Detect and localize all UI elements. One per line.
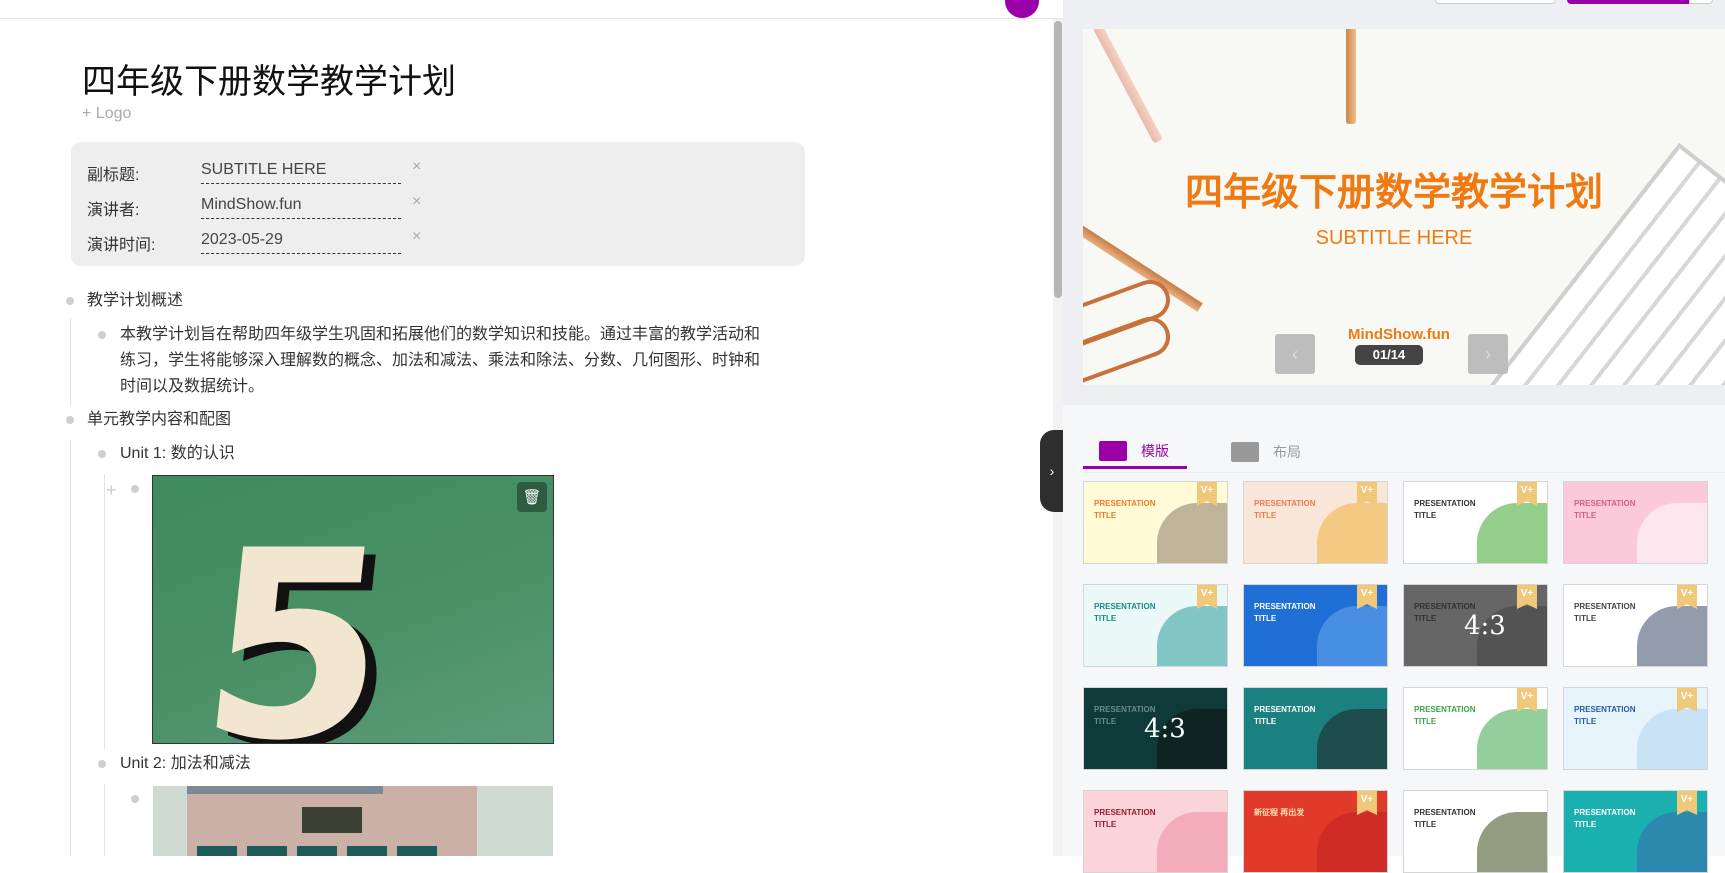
template-icon [1099, 440, 1127, 461]
outline-section-2[interactable]: 单元教学内容和配图 [87, 407, 231, 433]
unit-2-image[interactable] [153, 786, 553, 856]
slide-page-indicator: 01/14 [1355, 345, 1423, 365]
outline-section-1[interactable]: 教学计划概述 [87, 288, 183, 314]
unit-1-item[interactable]: Unit 1: 数的认识 [120, 441, 235, 467]
outline-guide [104, 474, 105, 749]
clear-presenter-icon[interactable]: × [412, 193, 421, 211]
bullet-icon[interactable] [98, 450, 106, 458]
template-card[interactable]: PRESENTATION TITLE V+ [1083, 481, 1228, 564]
tab-templates[interactable]: 模版 [1083, 435, 1187, 469]
template-card[interactable]: PRESENTATION TITLE V+ [1563, 687, 1708, 770]
layout-icon [1231, 442, 1259, 462]
unit-2-item[interactable]: Unit 2: 加法和减法 [120, 751, 251, 777]
template-card[interactable]: PRESENTATION TITLE [1563, 481, 1708, 564]
template-title: PRESENTATION TITLE [1414, 705, 1476, 726]
aspect-ratio-label: 4:3 [1464, 611, 1506, 641]
date-input[interactable]: 2023-05-29 [201, 224, 401, 254]
presenter-label: 演讲者: [87, 202, 140, 219]
template-card[interactable]: PRESENTATION TITLE V+ [1563, 790, 1708, 873]
aspect-ratio-label: 4:3 [1144, 714, 1186, 744]
next-slide-button[interactable]: › [1468, 334, 1508, 374]
preview-panel: 四年级下册数学教学计划 SUBTITLE HERE MindShow.fun ‹… [1063, 0, 1725, 873]
template-card[interactable]: PRESENTATION TITLE V+ [1563, 584, 1708, 667]
clear-date-icon[interactable]: × [412, 228, 421, 246]
collapse-panel-button[interactable]: › [1040, 430, 1064, 512]
delete-image-button[interactable]: 🗑 [517, 482, 547, 512]
template-title: PRESENTATION TITLE [1574, 808, 1636, 829]
template-card[interactable]: 新征程 再出发 V+ [1243, 790, 1388, 873]
bullet-icon[interactable] [98, 760, 106, 768]
template-title: PRESENTATION TITLE [1094, 602, 1156, 623]
outline-guide [104, 784, 105, 856]
template-title: PRESENTATION TITLE [1254, 602, 1316, 623]
template-card[interactable]: PRESENTATION TITLE 4:3 [1083, 687, 1228, 770]
metadata-panel: 副标题: SUBTITLE HERE × 演讲者: MindShow.fun ×… [71, 142, 805, 266]
paragraph-line[interactable]: 练习，学生将能够深入理解数的概念、加法和减法、乘法和除法、分数、几何图形、时钟和 [120, 348, 760, 374]
slide-author: MindShow.fun [1348, 326, 1450, 343]
bullet-icon[interactable] [131, 795, 139, 803]
calculator-graphic [187, 786, 477, 856]
template-card[interactable]: PRESENTATION TITLE [1403, 790, 1548, 873]
presenter-input[interactable]: MindShow.fun [201, 189, 401, 219]
template-card[interactable]: PRESENTATION TITLE V+ [1403, 687, 1548, 770]
date-label: 演讲时间: [87, 237, 156, 254]
slide-subtitle: SUBTITLE HERE [1315, 227, 1473, 249]
outline-guide [70, 440, 71, 856]
template-card[interactable]: PRESENTATION TITLE [1243, 687, 1388, 770]
template-title: PRESENTATION TITLE [1094, 499, 1156, 520]
template-title: 新征程 再出发 [1254, 808, 1305, 817]
subtitle-label: 副标题: [87, 167, 140, 184]
clear-subtitle-icon[interactable]: × [412, 158, 421, 176]
template-card[interactable]: PRESENTATION TITLE [1083, 790, 1228, 873]
secondary-button[interactable] [1435, 0, 1556, 4]
tab-layout-label: 布局 [1273, 444, 1301, 460]
primary-button[interactable] [1567, 0, 1689, 4]
subtitle-input[interactable]: SUBTITLE HERE [201, 154, 401, 184]
dropdown-button[interactable] [1689, 0, 1713, 4]
trash-icon: 🗑 [522, 489, 542, 506]
template-artwork [1317, 812, 1387, 872]
bullet-icon[interactable] [66, 416, 74, 424]
template-title: PRESENTATION TITLE [1094, 808, 1156, 829]
template-panel: 模版 布局 PRESENTATION TITLE V+ PRESENTATION T… [1063, 405, 1725, 873]
paragraph-line[interactable]: 时间以及数据统计。 [120, 374, 264, 400]
slide-preview: 四年级下册数学教学计划 SUBTITLE HERE MindShow.fun ‹… [1083, 29, 1725, 385]
prev-slide-button[interactable]: ‹ [1275, 334, 1315, 374]
slide-title: 四年级下册数学教学计划 [1184, 172, 1603, 214]
chevron-right-icon: › [1049, 463, 1055, 479]
tab-templates-label: 模版 [1141, 442, 1169, 459]
pen-graphic [1093, 29, 1163, 144]
document-title[interactable]: 四年级下册数学教学计划 [82, 54, 456, 103]
add-block-icon[interactable]: + [106, 480, 117, 501]
pen-graphic [1346, 29, 1356, 124]
template-title: PRESENTATION TITLE [1414, 499, 1476, 520]
top-bar [0, 0, 1063, 19]
template-card[interactable]: PRESENTATION TITLE V+ [1243, 584, 1388, 667]
template-card[interactable]: PRESENTATION TITLE 4:3 V+ [1403, 584, 1548, 667]
outline-editor: 四年级下册数学教学计划 + Logo 副标题: SUBTITLE HERE × … [0, 0, 1063, 856]
template-title: PRESENTATION TITLE [1574, 602, 1636, 623]
paragraph-line[interactable]: 本教学计划旨在帮助四年级学生巩固和拓展他们的数学知识和技能。通过丰富的教学活动和 [120, 322, 760, 348]
outline-guide [70, 318, 71, 406]
template-title: PRESENTATION TITLE [1574, 499, 1636, 520]
template-title: PRESENTATION TITLE [1254, 499, 1316, 520]
template-title: PRESENTATION TITLE [1574, 705, 1636, 726]
add-logo-link[interactable]: + Logo [82, 105, 131, 123]
template-title: PRESENTATION TITLE [1414, 808, 1476, 829]
scrollbar-thumb[interactable] [1054, 21, 1062, 298]
bullet-icon[interactable] [98, 331, 106, 339]
bullet-icon[interactable] [131, 485, 139, 493]
bullet-icon[interactable] [66, 297, 74, 305]
template-title: PRESENTATION TITLE [1254, 705, 1316, 726]
unit-1-image[interactable]: 5 🗑 [152, 475, 554, 744]
template-card[interactable]: PRESENTATION TITLE V+ [1083, 584, 1228, 667]
number-five-graphic: 5 [189, 496, 402, 744]
tab-layout[interactable]: 布局 [1231, 435, 1301, 469]
template-card[interactable]: PRESENTATION TITLE V+ [1403, 481, 1548, 564]
template-card[interactable]: PRESENTATION TITLE V+ [1243, 481, 1388, 564]
